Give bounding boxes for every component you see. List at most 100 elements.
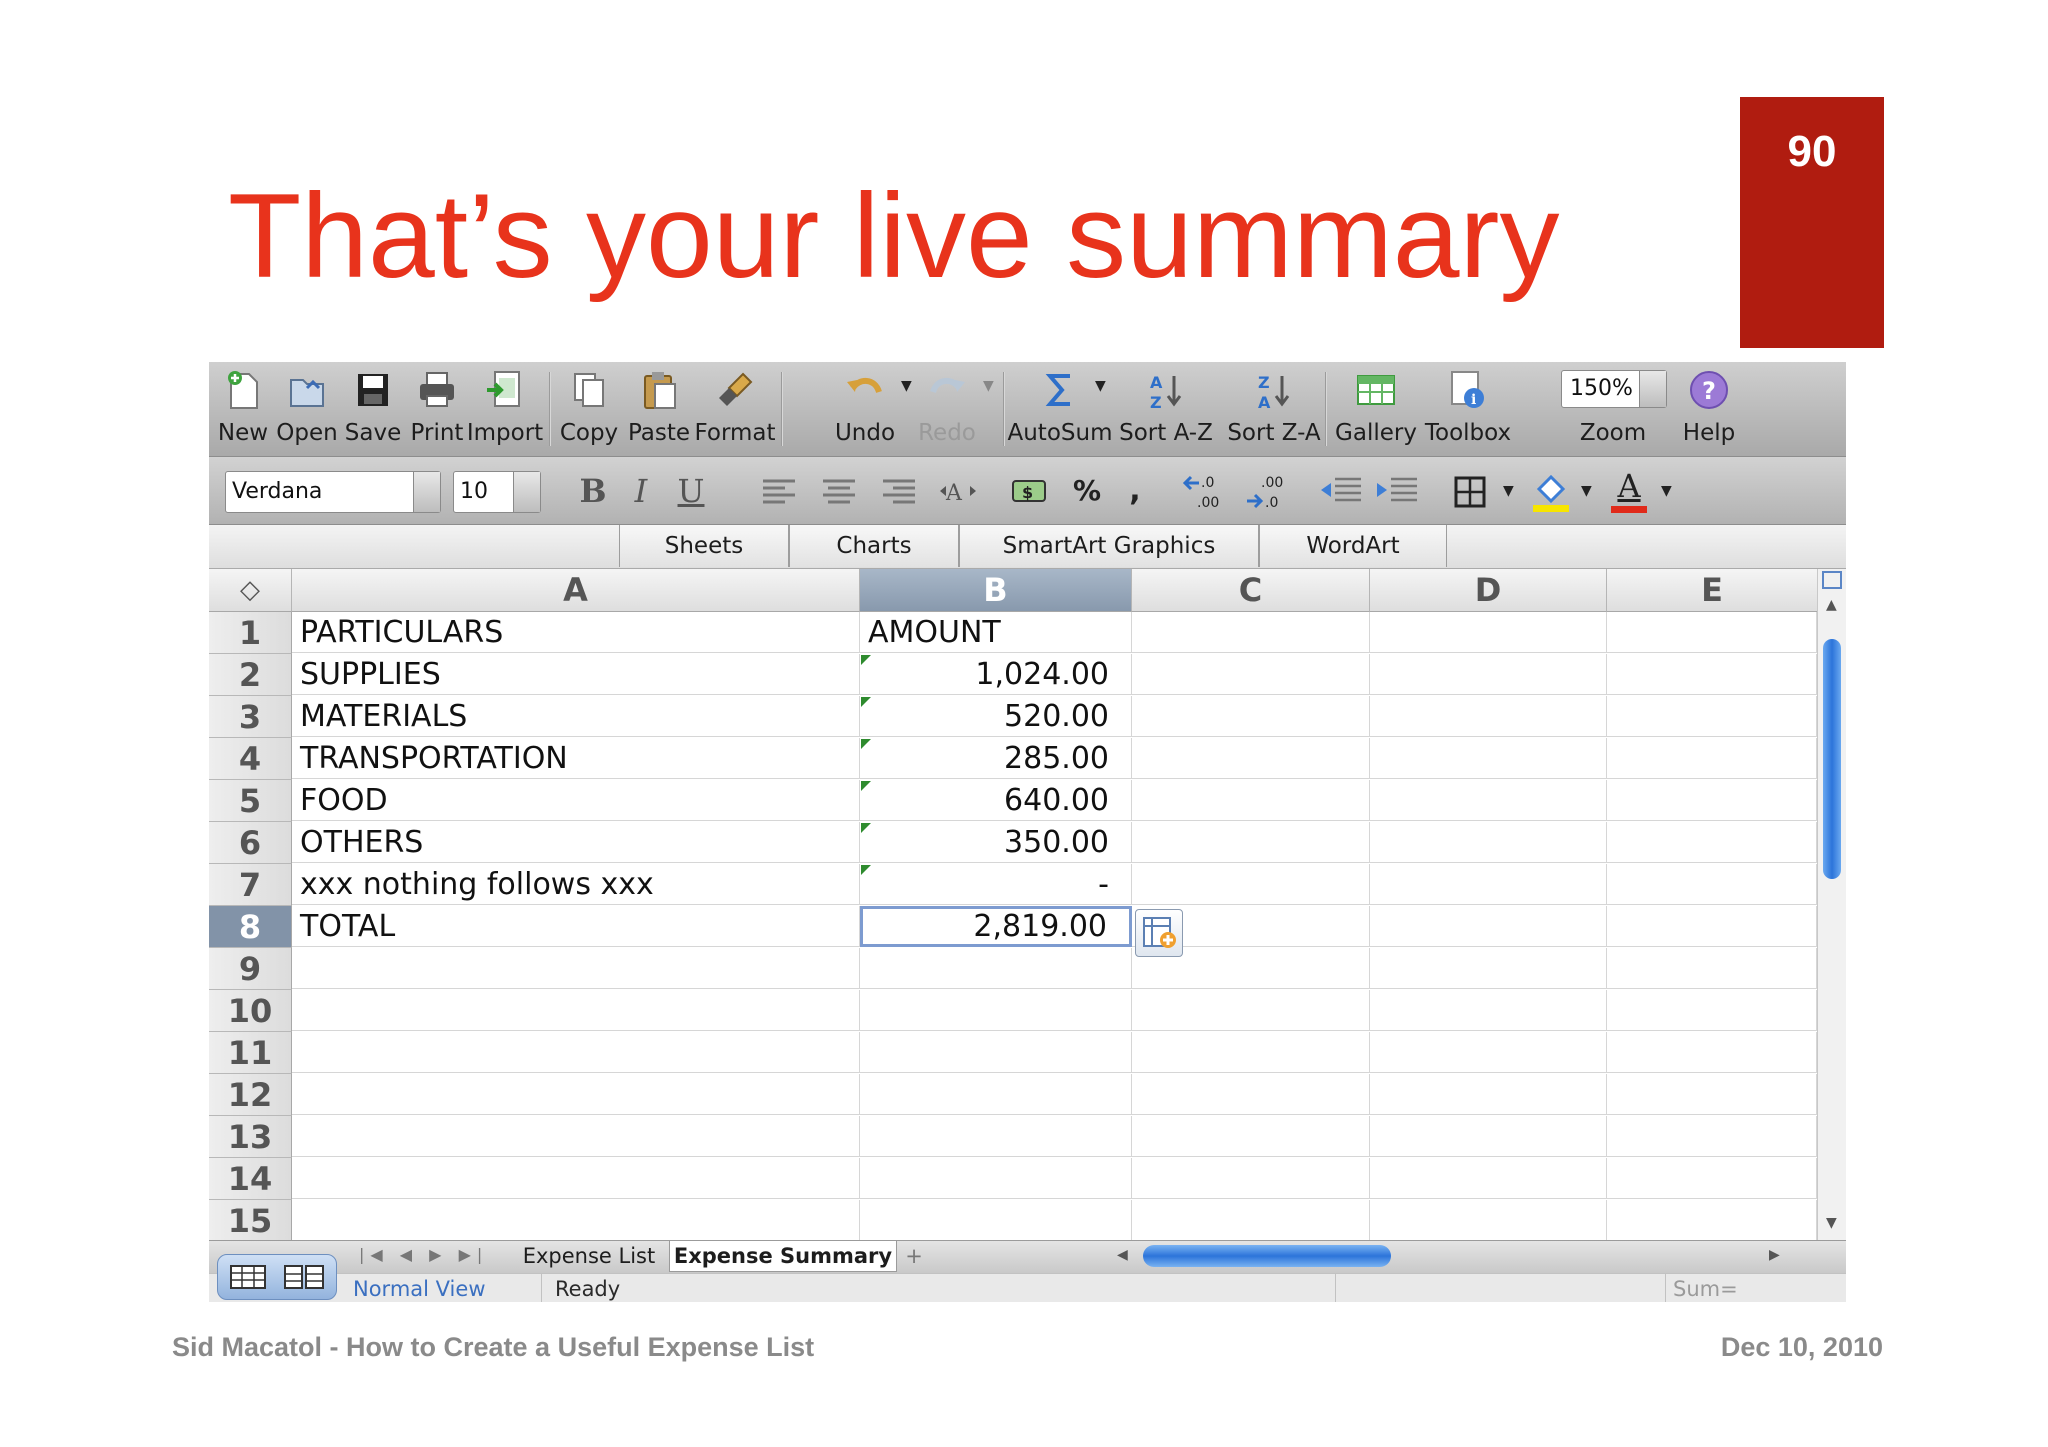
- row-header[interactable]: 2: [209, 654, 292, 696]
- cell-c7[interactable]: [1132, 864, 1370, 905]
- autosum-button[interactable]: AutoSum: [1008, 362, 1112, 456]
- comma-style-button[interactable]: ,: [1113, 469, 1157, 513]
- cell-b12[interactable]: [860, 1074, 1132, 1115]
- cell-b3[interactable]: 520.00: [860, 696, 1132, 737]
- fill-color-icon[interactable]: [1529, 469, 1573, 513]
- cell-d13[interactable]: [1370, 1116, 1607, 1157]
- cell-a14[interactable]: [292, 1158, 860, 1199]
- cell-e13[interactable]: [1607, 1116, 1817, 1157]
- column-header-d[interactable]: D: [1370, 569, 1607, 612]
- fill-color-dropdown-chevron-icon[interactable]: ▼: [1581, 483, 1592, 499]
- cell-c14[interactable]: [1132, 1158, 1370, 1199]
- cell-b9[interactable]: [860, 948, 1132, 989]
- cell-d4[interactable]: [1370, 738, 1607, 779]
- cell-c15[interactable]: [1132, 1200, 1370, 1240]
- row-header[interactable]: 5: [209, 780, 292, 822]
- row-header[interactable]: 13: [209, 1116, 292, 1158]
- cell-a6[interactable]: OTHERS: [292, 822, 860, 863]
- sort-az-button[interactable]: AZ Sort A-Z: [1119, 362, 1213, 456]
- row-header[interactable]: 12: [209, 1074, 292, 1116]
- align-center-icon[interactable]: [821, 477, 857, 507]
- cell-a3[interactable]: MATERIALS: [292, 696, 860, 737]
- cell-e14[interactable]: [1607, 1158, 1817, 1199]
- cell-d7[interactable]: [1370, 864, 1607, 905]
- cell-c13[interactable]: [1132, 1116, 1370, 1157]
- cell-d2[interactable]: [1370, 654, 1607, 695]
- row-header[interactable]: 15: [209, 1200, 292, 1240]
- cell-d8[interactable]: [1370, 906, 1607, 947]
- redo-button[interactable]: Redo: [918, 362, 976, 456]
- tab-sheets[interactable]: Sheets: [619, 525, 789, 567]
- borders-dropdown-chevron-icon[interactable]: ▼: [1503, 483, 1514, 499]
- cell-a11[interactable]: [292, 1032, 860, 1073]
- vertical-scrollbar[interactable]: ▲ ▼: [1817, 569, 1846, 1240]
- cell-e10[interactable]: [1607, 990, 1817, 1031]
- redo-dropdown-chevron-icon[interactable]: ▼: [983, 378, 994, 394]
- font-color-dropdown-chevron-icon[interactable]: ▼: [1661, 483, 1672, 499]
- sort-za-button[interactable]: ZA Sort Z-A: [1227, 362, 1320, 456]
- row-header[interactable]: 4: [209, 738, 292, 780]
- row-header[interactable]: 11: [209, 1032, 292, 1074]
- font-chevron-down-icon[interactable]: [413, 472, 440, 512]
- row-header[interactable]: 8: [209, 906, 292, 948]
- cell-d11[interactable]: [1370, 1032, 1607, 1073]
- row-header[interactable]: 9: [209, 948, 292, 990]
- row-header[interactable]: 10: [209, 990, 292, 1032]
- scroll-down-arrow-icon[interactable]: ▼: [1826, 1215, 1837, 1231]
- scroll-left-arrow-icon[interactable]: ◀: [1117, 1247, 1128, 1263]
- tab-wordart[interactable]: WordArt: [1259, 525, 1447, 567]
- cell-c1[interactable]: [1132, 612, 1370, 653]
- cell-e11[interactable]: [1607, 1032, 1817, 1073]
- cell-e2[interactable]: [1607, 654, 1817, 695]
- column-header-c[interactable]: C: [1132, 569, 1370, 612]
- cell-e3[interactable]: [1607, 696, 1817, 737]
- paste-button[interactable]: Paste: [628, 362, 690, 456]
- toolbox-button[interactable]: i Toolbox: [1425, 362, 1511, 456]
- row-header[interactable]: 7: [209, 864, 292, 906]
- import-button[interactable]: Import: [467, 362, 543, 456]
- scroll-up-arrow-icon[interactable]: ▲: [1826, 597, 1837, 613]
- cell-b14[interactable]: [860, 1158, 1132, 1199]
- row-header[interactable]: 6: [209, 822, 292, 864]
- cell-b15[interactable]: [860, 1200, 1132, 1240]
- font-color-button[interactable]: A: [1609, 467, 1649, 515]
- tab-charts[interactable]: Charts: [789, 525, 959, 567]
- cell-c5[interactable]: [1132, 780, 1370, 821]
- gallery-button[interactable]: Gallery: [1335, 362, 1417, 456]
- cell-c12[interactable]: [1132, 1074, 1370, 1115]
- scroll-right-arrow-icon[interactable]: ▶: [1769, 1247, 1780, 1263]
- cell-c2[interactable]: [1132, 654, 1370, 695]
- cell-paste-options-icon[interactable]: [1135, 909, 1183, 957]
- zoom-chevron-down-icon[interactable]: [1639, 371, 1666, 407]
- cell-e5[interactable]: [1607, 780, 1817, 821]
- normal-view-icon[interactable]: [230, 1265, 266, 1289]
- font-size-select[interactable]: 10: [453, 471, 541, 513]
- percent-style-button[interactable]: %: [1065, 469, 1109, 513]
- cell-d12[interactable]: [1370, 1074, 1607, 1115]
- cell-e4[interactable]: [1607, 738, 1817, 779]
- autosum-dropdown-chevron-icon[interactable]: ▼: [1095, 378, 1106, 394]
- merge-center-icon[interactable]: A: [937, 473, 979, 509]
- cell-a4[interactable]: TRANSPORTATION: [292, 738, 860, 779]
- cell-a5[interactable]: FOOD: [292, 780, 860, 821]
- sheet-nav-arrows[interactable]: |◀ ◀ ▶ ▶|: [359, 1245, 488, 1264]
- cell-a9[interactable]: [292, 948, 860, 989]
- currency-format-icon[interactable]: $: [1009, 473, 1049, 509]
- cell-b10[interactable]: [860, 990, 1132, 1031]
- format-painter-button[interactable]: Format: [694, 362, 776, 456]
- cell-d15[interactable]: [1370, 1200, 1607, 1240]
- undo-dropdown-chevron-icon[interactable]: ▼: [901, 378, 912, 394]
- cell-d1[interactable]: [1370, 612, 1607, 653]
- cell-b13[interactable]: [860, 1116, 1132, 1157]
- row-header[interactable]: 1: [209, 612, 292, 654]
- cell-c4[interactable]: [1132, 738, 1370, 779]
- add-sheet-button[interactable]: +: [899, 1241, 929, 1271]
- tab-smartart-graphics[interactable]: SmartArt Graphics: [959, 525, 1259, 567]
- undo-button[interactable]: Undo: [835, 362, 895, 456]
- increase-decimal-icon[interactable]: .0.00: [1183, 469, 1229, 513]
- borders-icon[interactable]: [1453, 475, 1487, 509]
- horizontal-scroll-thumb[interactable]: [1143, 1245, 1391, 1267]
- split-box-icon[interactable]: [1822, 571, 1842, 589]
- cell-e8[interactable]: [1607, 906, 1817, 947]
- cell-b1[interactable]: AMOUNT: [860, 612, 1132, 653]
